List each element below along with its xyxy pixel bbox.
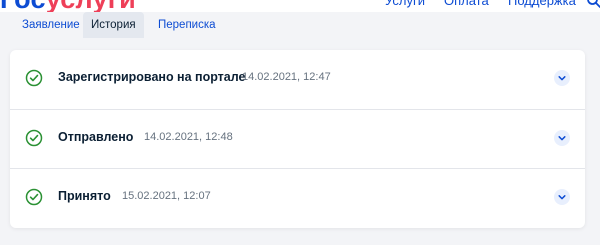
tab-application[interactable]: Заявление [14, 12, 88, 38]
nav-link-payment[interactable]: Оплата [444, 0, 489, 8]
tab-history[interactable]: История [83, 12, 144, 38]
order-tabs: Заявление История Переписка [0, 12, 600, 38]
check-circle-icon [25, 188, 43, 206]
check-circle-icon [25, 69, 43, 87]
history-status-date: 14.02.2021, 12:47 [242, 71, 331, 83]
nav-link-support[interactable]: Поддержка [508, 0, 576, 8]
nav-link-services[interactable]: Услуги [385, 0, 425, 8]
history-row[interactable]: Принято 15.02.2021, 12:07 [10, 168, 585, 228]
site-header: Госуслуги Услуги Оплата Поддержка [0, 0, 600, 12]
tab-correspondence[interactable]: Переписка [150, 12, 224, 38]
history-status-date: 15.02.2021, 12:07 [122, 190, 211, 202]
history-card: Зарегистрировано на портале 14.02.2021, … [10, 50, 585, 228]
history-status-title: Принято [58, 189, 111, 203]
history-row[interactable]: Зарегистрировано на портале 14.02.2021, … [10, 50, 585, 109]
chevron-down-icon[interactable] [554, 130, 570, 146]
check-circle-icon [25, 129, 43, 147]
logo-part-gos: Гос [0, 0, 46, 12]
history-status-date: 14.02.2021, 12:48 [144, 131, 233, 143]
history-row[interactable]: Отправлено 14.02.2021, 12:48 [10, 109, 585, 169]
gosuslugi-logo[interactable]: Госуслуги [0, 0, 136, 12]
history-status-title: Отправлено [58, 130, 134, 144]
logo-part-uslugi: услуги [46, 0, 136, 12]
chevron-down-icon[interactable] [554, 70, 570, 86]
chevron-down-icon[interactable] [554, 189, 570, 205]
history-status-title: Зарегистрировано на портале [58, 70, 246, 84]
search-icon[interactable] [586, 0, 600, 9]
